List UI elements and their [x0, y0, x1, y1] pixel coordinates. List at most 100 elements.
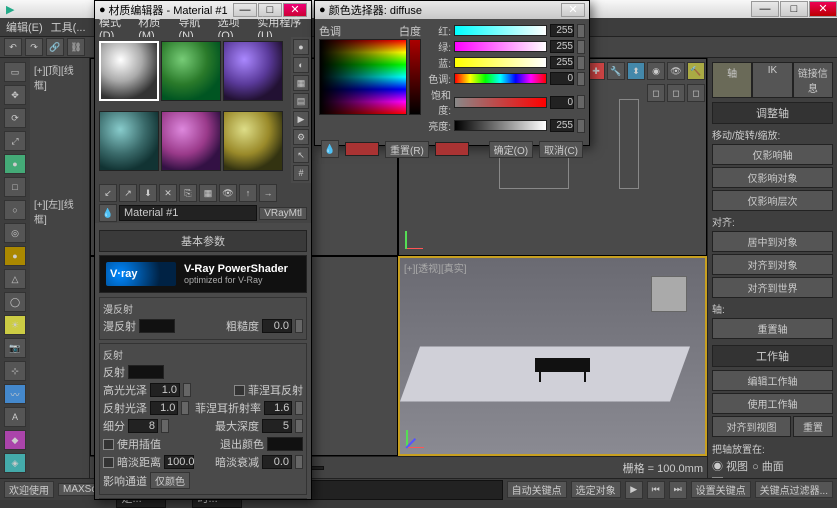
sphere-icon[interactable]: ●: [4, 154, 26, 174]
ok-button[interactable]: 确定(O): [489, 141, 533, 158]
menu-tools[interactable]: 工具(...: [51, 19, 86, 35]
redo-button[interactable]: ↷: [25, 38, 43, 56]
r-slider[interactable]: [454, 25, 547, 36]
fresnel-ior-field[interactable]: 1.6: [264, 401, 292, 415]
viewcube[interactable]: [651, 276, 687, 312]
text-icon[interactable]: A: [4, 407, 26, 427]
go-parent-icon[interactable]: ↑: [239, 184, 257, 202]
spinner[interactable]: [295, 319, 303, 333]
scene-object-table[interactable]: [535, 358, 590, 372]
material-slot-5[interactable]: [161, 111, 221, 171]
material-slot-3[interactable]: [223, 41, 283, 101]
spinner[interactable]: [577, 95, 585, 109]
tool-icon[interactable]: ◻: [667, 84, 685, 102]
background-icon[interactable]: ▦: [293, 75, 309, 91]
utilities-icon[interactable]: 🔨: [687, 62, 705, 80]
s-slider[interactable]: [454, 97, 547, 108]
color-picker-titlebar[interactable]: ● 颜色选择器: diffuse ✕: [315, 1, 589, 19]
reset-button[interactable]: 重置: [793, 416, 833, 437]
affect-object-button[interactable]: 仅影响对象: [712, 167, 833, 188]
clone-icon[interactable]: ⎘: [179, 184, 197, 202]
tab-link[interactable]: 链接信息: [793, 62, 833, 98]
material-slot-6[interactable]: [223, 111, 283, 171]
spinner[interactable]: [577, 24, 585, 38]
spinner[interactable]: [577, 56, 585, 70]
maxdepth-field[interactable]: 5: [262, 419, 292, 433]
select-icon[interactable]: ↖: [293, 147, 309, 163]
section-adjust-pivot[interactable]: 调整轴: [712, 102, 833, 124]
current-color-swatch[interactable]: [345, 142, 379, 156]
g-field[interactable]: 255: [550, 40, 574, 53]
misc2-icon[interactable]: ◈: [4, 453, 26, 473]
tab-pivot[interactable]: 轴: [712, 62, 752, 98]
reset-button[interactable]: 重置(R): [385, 141, 429, 158]
sample-type-icon[interactable]: ●: [293, 39, 309, 55]
tube-icon[interactable]: ◯: [4, 292, 26, 312]
reset-pivot-button[interactable]: 重置轴: [712, 318, 833, 339]
material-type-button[interactable]: VRayMtl: [259, 207, 307, 220]
scale-icon[interactable]: ⤢: [4, 131, 26, 151]
affect-pivot-button[interactable]: 仅影响轴: [712, 144, 833, 165]
hilight-field[interactable]: 1.0: [150, 383, 180, 397]
interp-checkbox[interactable]: [103, 439, 114, 450]
light-icon[interactable]: ☀: [4, 315, 26, 335]
material-slot-2[interactable]: [161, 41, 221, 101]
center-object-button[interactable]: 居中到对象: [712, 231, 833, 252]
select-icon[interactable]: ▭: [4, 62, 26, 82]
box-icon[interactable]: □: [4, 177, 26, 197]
b-slider[interactable]: [454, 57, 547, 68]
g-slider[interactable]: [454, 41, 547, 52]
material-slot-4[interactable]: [99, 111, 159, 171]
affect-dropdown[interactable]: 仅颜色: [150, 472, 190, 489]
dim-checkbox[interactable]: [103, 457, 114, 468]
b-field[interactable]: 255: [550, 56, 574, 69]
modify-icon[interactable]: 🔧: [607, 62, 625, 80]
material-name-field[interactable]: Material #1: [119, 205, 257, 221]
spinner[interactable]: [183, 383, 191, 397]
teapot-icon[interactable]: ●: [4, 246, 26, 266]
close-button[interactable]: ✕: [809, 1, 837, 17]
backlight-icon[interactable]: ◐: [293, 57, 309, 73]
hierarchy-icon[interactable]: ⬍: [627, 62, 645, 80]
spinner[interactable]: [577, 72, 585, 86]
put-material-icon[interactable]: ↗: [119, 184, 137, 202]
cone-icon[interactable]: △: [4, 269, 26, 289]
align-world-button[interactable]: 对齐到世界: [712, 277, 833, 298]
go-sibling-icon[interactable]: →: [259, 184, 277, 202]
setkey-button[interactable]: 设置关键点: [691, 481, 751, 498]
fresnel-checkbox[interactable]: [234, 385, 245, 396]
selected-button[interactable]: 选定对象: [571, 481, 621, 498]
display-icon[interactable]: 👁: [667, 62, 685, 80]
dimfall-field[interactable]: 0.0: [262, 455, 292, 469]
sample-uv-icon[interactable]: ▤: [293, 93, 309, 109]
v-field[interactable]: 255: [550, 119, 574, 132]
menu-edit[interactable]: 编辑(E): [6, 19, 43, 35]
spinner[interactable]: [295, 401, 303, 415]
material-slot-1[interactable]: [99, 41, 159, 101]
dim-field[interactable]: 100.0: [164, 455, 194, 469]
reset-icon[interactable]: ✕: [159, 184, 177, 202]
cylinder-icon[interactable]: ○: [4, 200, 26, 220]
spinner[interactable]: [577, 40, 585, 54]
reflect-swatch[interactable]: [128, 365, 164, 379]
align-object-button[interactable]: 对齐到对象: [712, 254, 833, 275]
subdiv-field[interactable]: 8: [128, 419, 158, 433]
rotate-icon[interactable]: ⟳: [4, 108, 26, 128]
matid-icon[interactable]: #: [293, 165, 309, 181]
exit-swatch[interactable]: [267, 437, 303, 451]
viewport-perspective[interactable]: [+][透视][真实]: [398, 256, 707, 456]
tool-icon[interactable]: ◻: [647, 84, 665, 102]
close-button[interactable]: ✕: [561, 3, 585, 17]
keyfilter-button[interactable]: 关键点过滤器...: [755, 481, 833, 498]
pick-icon[interactable]: 💧: [99, 204, 117, 222]
radio-surface[interactable]: ○ 曲面: [752, 458, 784, 474]
tool-icon[interactable]: ◻: [687, 84, 705, 102]
spinner[interactable]: [295, 455, 303, 469]
basic-params-header[interactable]: 基本参数: [99, 230, 307, 252]
new-color-swatch[interactable]: [435, 142, 469, 156]
edit-working-pivot-button[interactable]: 编辑工作轴: [712, 370, 833, 391]
h-slider[interactable]: [454, 73, 547, 84]
spinner[interactable]: [577, 119, 585, 133]
show-result-icon[interactable]: 👁: [219, 184, 237, 202]
unlink-button[interactable]: ⛓: [67, 38, 85, 56]
